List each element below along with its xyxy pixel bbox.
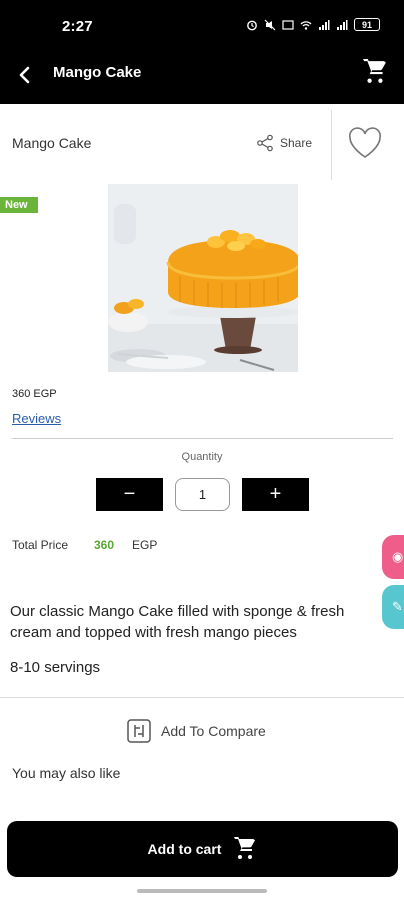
cart-add-icon [234,837,256,859]
share-label: Share [280,136,313,150]
total-price-label: Total Price [12,538,69,552]
status-time: 2:27 [62,18,93,35]
status-bar: 2:27 91 [0,0,404,52]
divider-line-2 [0,697,404,698]
side-tab-edit[interactable]: ✎ [382,585,404,629]
signal-icon [319,19,330,30]
cake-illustration [108,184,298,372]
divider [331,110,332,180]
side-tab-chat[interactable]: ◉ [382,535,404,579]
also-like-heading: You may also like [12,765,121,781]
add-to-cart-button[interactable]: Add to cart [7,821,398,877]
alarm-icon [247,20,257,30]
total-price-row: Total Price 360 EGP [12,538,157,552]
top-bar: Mango Cake [0,52,404,104]
battery-indicator: 91 [354,18,380,31]
share-icon [257,134,273,152]
page-title: Mango Cake [53,64,142,81]
product-image[interactable] [108,184,298,372]
compare-label: Add To Compare [161,723,266,739]
new-badge: New [0,197,38,213]
wifi-icon [300,20,312,30]
signal-icon-2 [337,19,348,30]
product-header: Mango Cake Share [0,104,404,182]
quantity-decrease-button[interactable]: − [96,478,163,511]
divider-line [12,438,393,439]
edit-icon: ✎ [392,599,403,614]
add-to-compare-button[interactable]: Add To Compare [127,719,266,743]
reviews-link[interactable]: Reviews [12,411,61,426]
heart-icon[interactable] [347,126,383,160]
back-arrow-icon[interactable] [14,64,36,86]
status-icons: 91 [246,18,380,31]
product-name: Mango Cake [12,135,92,151]
product-description: Our classic Mango Cake filled with spong… [10,603,345,641]
chat-icon: ◉ [392,549,404,564]
total-price-currency: EGP [132,538,158,552]
data-icon [282,19,294,30]
mute-icon [264,19,276,30]
share-button[interactable]: Share [256,134,312,152]
gesture-nav-handle[interactable] [137,889,267,893]
cart-icon[interactable] [362,59,388,85]
quantity-increase-button[interactable]: + [242,478,309,511]
add-to-cart-label: Add to cart [147,841,222,857]
quantity-label: Quantity [181,451,223,463]
product-servings: 8-10 servings [10,659,101,676]
compare-icon [127,719,151,743]
product-price: 360 EGP [12,388,57,400]
quantity-input[interactable] [175,478,230,511]
total-price-value: 360 [94,538,115,552]
